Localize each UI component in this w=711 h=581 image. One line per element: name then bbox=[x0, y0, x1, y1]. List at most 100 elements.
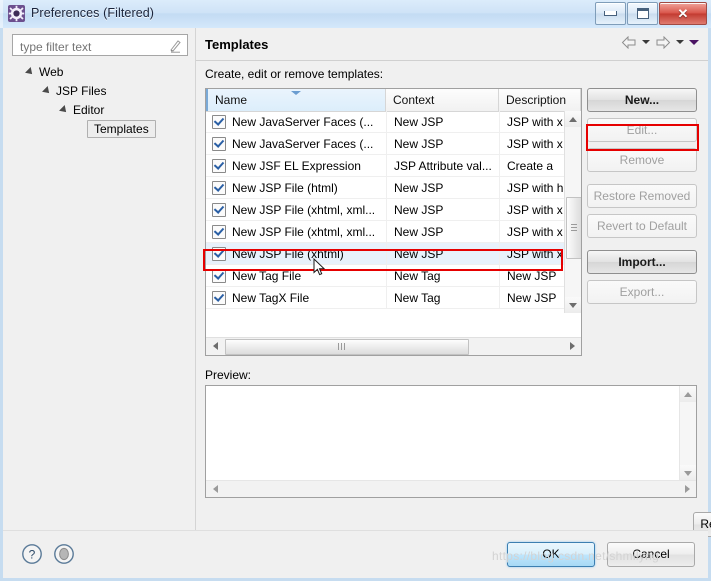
search-input[interactable] bbox=[18, 38, 162, 56]
table-row[interactable]: New Tag File New Tag New JSP bbox=[206, 264, 581, 287]
templates-table: Name Context Description New JavaServer … bbox=[205, 88, 582, 356]
row-checkbox[interactable] bbox=[212, 202, 226, 217]
restore-removed-button[interactable]: Restore Removed bbox=[587, 184, 697, 208]
row-name-cell: New JSP File (html) bbox=[206, 177, 386, 199]
cancel-button[interactable]: Cancel bbox=[607, 542, 695, 567]
sidebar-item-templates[interactable]: Templates bbox=[87, 119, 156, 138]
preferences-gear-icon bbox=[8, 5, 25, 22]
expand-arrow-icon[interactable] bbox=[26, 67, 35, 76]
preview-scroll-down-icon[interactable] bbox=[680, 465, 696, 481]
preview-scroll-up-icon[interactable] bbox=[680, 386, 696, 402]
column-header-description[interactable]: Description bbox=[499, 89, 581, 111]
sidebar-item-label: JSP Files bbox=[56, 83, 107, 98]
table-row[interactable]: New JSP File (xhtml, xml... New JSP JSP … bbox=[206, 198, 581, 221]
pane-description: Create, edit or remove templates: bbox=[205, 67, 384, 81]
svg-text:?: ? bbox=[29, 548, 36, 562]
row-name-label: New Tag File bbox=[232, 268, 302, 283]
status-dot-icon[interactable] bbox=[53, 543, 75, 565]
row-name-cell: New JSF EL Expression bbox=[206, 155, 386, 177]
row-name-label: New TagX File bbox=[232, 290, 310, 305]
expand-arrow-icon[interactable] bbox=[60, 105, 69, 114]
table-row[interactable]: New JSP File (html) New JSP JSP with h bbox=[206, 176, 581, 199]
row-name-label: New JSP File (xhtml, xml... bbox=[232, 224, 376, 239]
preview-vertical-scrollbar[interactable] bbox=[679, 386, 696, 481]
table-row[interactable]: New JavaServer Faces (... New JSP JSP wi… bbox=[206, 111, 581, 133]
row-name-cell: New JavaServer Faces (... bbox=[206, 111, 386, 133]
dialog-content: Web JSP Files Editor Templates Templates bbox=[3, 28, 711, 578]
dialog-footer: ? OK Cancel bbox=[3, 530, 708, 578]
row-checkbox[interactable] bbox=[212, 114, 226, 129]
title-bar: Preferences (Filtered) ✕ bbox=[0, 0, 711, 29]
row-context-cell: New JSP bbox=[386, 242, 499, 265]
row-name-label: New JSF EL Expression bbox=[232, 158, 361, 173]
pane-header: Templates bbox=[196, 28, 708, 61]
back-arrow-icon[interactable] bbox=[620, 34, 638, 50]
scroll-up-icon[interactable] bbox=[565, 111, 581, 127]
table-row[interactable]: New JavaServer Faces (... New JSP JSP wi… bbox=[206, 132, 581, 155]
scroll-left-icon[interactable] bbox=[207, 338, 223, 354]
row-name-cell: New TagX File bbox=[206, 287, 386, 309]
table-vertical-scrollbar[interactable] bbox=[564, 111, 581, 313]
preview-box[interactable] bbox=[205, 385, 697, 498]
forward-arrow-icon[interactable] bbox=[654, 34, 672, 50]
row-context-cell: New JSP bbox=[386, 198, 499, 221]
row-context-cell: New Tag bbox=[386, 264, 499, 287]
sidebar-item-web[interactable]: Web bbox=[26, 62, 63, 81]
right-pane: Templates Create, edit or remove templat… bbox=[195, 28, 711, 578]
sidebar-item-label: Editor bbox=[73, 102, 105, 117]
row-checkbox[interactable] bbox=[212, 246, 226, 261]
row-name-cell: New JSP File (xhtml, xml... bbox=[206, 221, 386, 243]
preferences-window: Preferences (Filtered) ✕ type filter tex… bbox=[0, 0, 711, 581]
table-row[interactable]: New JSP File (xhtml, xml... New JSP JSP … bbox=[206, 220, 581, 243]
row-context-cell: New JSP bbox=[386, 220, 499, 243]
filter-box[interactable] bbox=[12, 34, 188, 56]
pane-navigation bbox=[620, 34, 700, 50]
vertical-scroll-thumb[interactable] bbox=[566, 197, 581, 259]
back-dropdown-icon[interactable] bbox=[640, 34, 652, 50]
table-row-selected[interactable]: New JSP File (xhtml) New JSP JSP with x bbox=[206, 242, 581, 265]
new-button[interactable]: New... bbox=[587, 88, 697, 112]
row-context-cell: JSP Attribute val... bbox=[386, 154, 499, 177]
preview-scroll-left-icon[interactable] bbox=[207, 481, 223, 497]
expand-arrow-icon[interactable] bbox=[43, 86, 52, 95]
row-checkbox[interactable] bbox=[212, 136, 226, 151]
ok-button[interactable]: OK bbox=[507, 542, 595, 567]
row-checkbox[interactable] bbox=[212, 268, 226, 283]
sidebar-item-editor[interactable]: Editor bbox=[60, 100, 104, 119]
table-row[interactable]: New JSF EL Expression JSP Attribute val.… bbox=[206, 154, 581, 177]
clear-filter-icon[interactable] bbox=[168, 39, 182, 53]
scroll-down-icon[interactable] bbox=[565, 297, 581, 313]
sort-indicator-icon bbox=[291, 91, 301, 95]
column-header-context[interactable]: Context bbox=[386, 89, 499, 111]
scroll-thumb-grip bbox=[338, 343, 346, 350]
horizontal-scroll-thumb[interactable] bbox=[225, 339, 469, 355]
sidebar-item-label: Web bbox=[39, 64, 64, 79]
close-button[interactable]: ✕ bbox=[659, 2, 707, 25]
maximize-button[interactable] bbox=[627, 2, 658, 25]
view-menu-dropdown-icon[interactable] bbox=[688, 34, 700, 50]
row-checkbox[interactable] bbox=[212, 158, 226, 173]
help-question-icon[interactable]: ? bbox=[21, 543, 43, 565]
row-checkbox[interactable] bbox=[212, 290, 226, 305]
row-checkbox[interactable] bbox=[212, 224, 226, 239]
revert-to-default-button[interactable]: Revert to Default bbox=[587, 214, 697, 238]
sidebar-item-jsp-files[interactable]: JSP Files bbox=[43, 81, 106, 100]
row-checkbox[interactable] bbox=[212, 180, 226, 195]
preview-horizontal-scrollbar[interactable] bbox=[206, 480, 696, 497]
export-button[interactable]: Export... bbox=[587, 280, 697, 304]
scroll-right-icon[interactable] bbox=[564, 338, 580, 354]
row-name-label: New JSP File (html) bbox=[232, 180, 338, 195]
import-button[interactable]: Import... bbox=[587, 250, 697, 274]
row-context-cell: New Tag bbox=[386, 286, 499, 309]
forward-dropdown-icon[interactable] bbox=[674, 34, 686, 50]
remove-button[interactable]: Remove bbox=[587, 148, 697, 172]
row-context-cell: New JSP bbox=[386, 111, 499, 133]
row-name-label: New JavaServer Faces (... bbox=[232, 136, 374, 151]
table-horizontal-scrollbar[interactable] bbox=[206, 337, 581, 355]
row-name-cell: New JSP File (xhtml) bbox=[206, 243, 386, 265]
row-name-label: New JSP File (xhtml, xml... bbox=[232, 202, 376, 217]
minimize-button[interactable] bbox=[595, 2, 626, 25]
edit-button[interactable]: Edit... bbox=[587, 118, 697, 142]
preview-scroll-right-icon[interactable] bbox=[679, 481, 695, 497]
table-row[interactable]: New TagX File New Tag New JSP bbox=[206, 286, 581, 309]
